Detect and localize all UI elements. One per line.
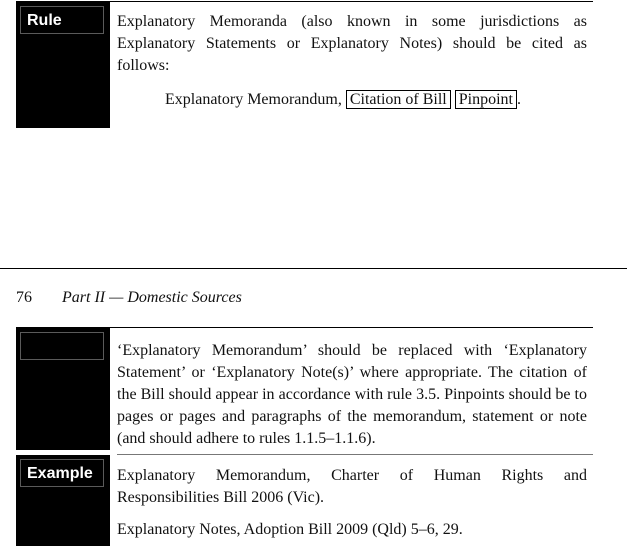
citation-of-bill-box: Citation of Bill <box>345 90 451 109</box>
page-divider <box>0 268 627 269</box>
rule-label-block: Rule <box>16 2 110 128</box>
citation-prefix: Explanatory Memorandum, <box>165 91 342 108</box>
continued-label-block <box>16 328 110 450</box>
citation-format-line: Explanatory Memorandum, Citation of Bill… <box>165 89 521 111</box>
continued-paragraph: ‘Explanatory Memorandum’ should be repla… <box>117 342 587 447</box>
rule-label-frame: Rule <box>20 6 104 34</box>
example-label-block: Example <box>16 455 110 546</box>
example-label-frame: Example <box>20 459 104 487</box>
example-label: Example <box>27 465 93 482</box>
rule-paragraph: Explanatory Memoranda (also known in som… <box>117 13 587 74</box>
page-number: 76 <box>16 289 32 306</box>
pinpoint-box: Pinpoint <box>454 90 517 109</box>
continued-label-frame <box>20 332 104 360</box>
running-head: Part II — Domestic Sources <box>62 289 242 306</box>
citation-suffix: . <box>516 91 521 108</box>
example-item: Explanatory Notes, Adoption Bill 2009 (Q… <box>117 521 463 538</box>
example-item: Explanatory Memorandum, Charter of Human… <box>117 467 587 506</box>
rule-label: Rule <box>27 12 62 29</box>
example-separator <box>117 454 593 455</box>
